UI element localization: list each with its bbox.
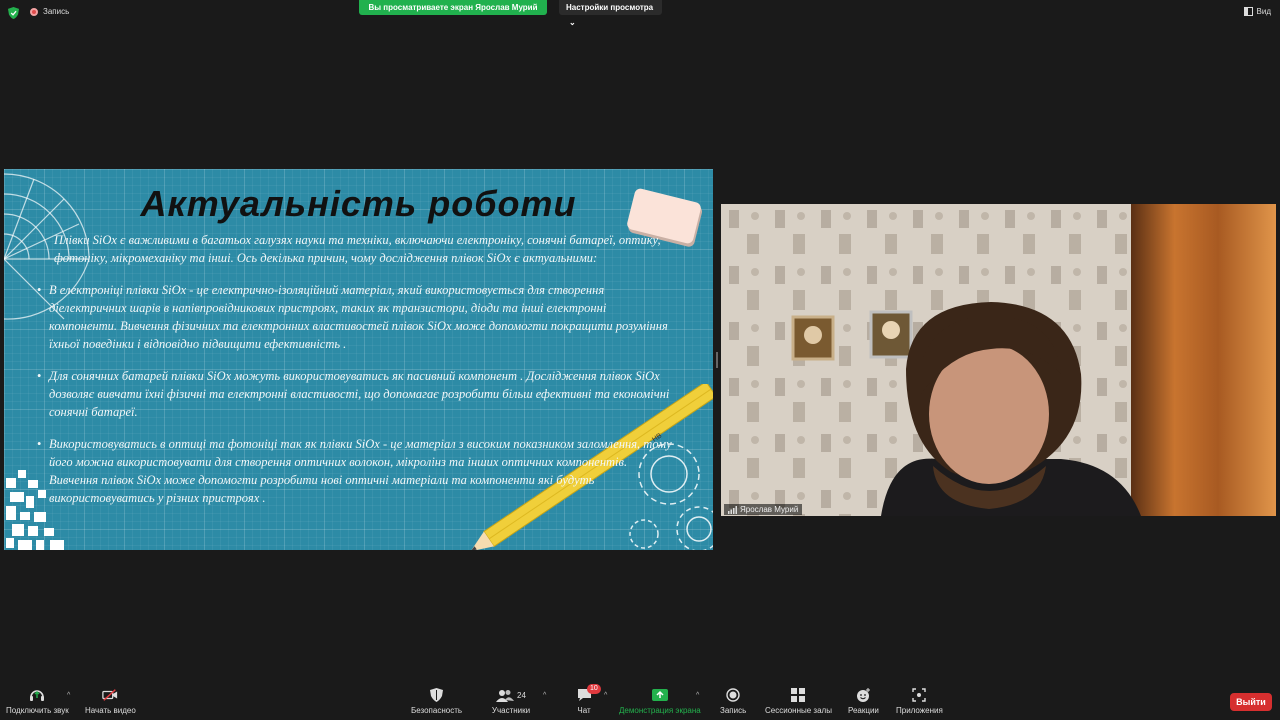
signal-icon <box>728 505 737 514</box>
reactions-button[interactable]: Реакции <box>848 687 879 715</box>
record-button[interactable]: Запись <box>720 687 746 715</box>
meeting-toolbar: Подключить звук ^ Начать видео Безопасно… <box>0 684 1280 720</box>
view-options-button[interactable]: Настройки просмотра ⌄ <box>559 0 662 27</box>
join-audio-button[interactable]: Подключить звук <box>6 687 69 715</box>
headphones-icon <box>29 687 45 703</box>
chat-options-caret[interactable]: ^ <box>604 692 607 699</box>
recording-label: Запись <box>43 7 70 16</box>
participants-button[interactable]: 24 Участники <box>491 687 531 715</box>
slide-bullet-electronics: В електроніці плівки SiOx - це електричн… <box>37 281 674 353</box>
apps-icon <box>911 687 927 703</box>
participants-label: Участники <box>491 706 531 715</box>
share-banner: Вы просматриваете экран Ярослав Мурий <box>359 0 547 15</box>
security-label: Безопасность <box>411 706 463 715</box>
breakout-rooms-label: Сессионные залы <box>765 706 832 715</box>
breakout-rooms-button[interactable]: Сессионные залы <box>765 687 832 715</box>
participants-icon <box>496 689 515 702</box>
share-options-caret[interactable]: ^ <box>696 692 699 699</box>
chat-button[interactable]: 10 Чат <box>576 684 601 715</box>
chat-unread-badge: 10 <box>587 684 601 694</box>
top-bar: Запись Вы просматриваете экран Ярослав М… <box>0 0 1280 27</box>
leave-button[interactable]: Выйти <box>1230 693 1272 711</box>
video-off-icon <box>102 687 118 703</box>
reactions-label: Реакции <box>848 706 879 715</box>
chevron-down-icon: ⌄ <box>569 18 576 27</box>
share-screen-label: Демонстрация экрана <box>619 706 701 715</box>
participant-name-tag: Ярослав Мурий <box>724 504 803 515</box>
security-button[interactable]: Безопасность <box>411 687 462 715</box>
record-label: Запись <box>720 706 747 715</box>
view-options-label: Настройки просмотра <box>566 3 654 12</box>
shared-screen: HB Актуальність роботи Плівки SiOx є важ… <box>4 169 713 550</box>
participant-name: Ярослав Мурий <box>740 505 799 514</box>
breakout-rooms-icon <box>790 687 806 703</box>
view-button[interactable]: Вид <box>1243 7 1271 16</box>
join-audio-label: Подключить звук <box>6 706 69 715</box>
smiley-icon <box>855 687 871 703</box>
slide-bullet-solar: Для сонячних батарей плівки SiOx можуть … <box>37 367 674 421</box>
share-screen-button[interactable]: Демонстрация экрана <box>619 687 701 715</box>
slide-intro: Плівки SiOx є важливими в багатьох галуз… <box>54 233 661 265</box>
share-screen-icon <box>651 687 668 703</box>
apps-label: Приложения <box>896 706 943 715</box>
start-video-button[interactable]: Начать видео <box>85 687 136 715</box>
participants-count: 24 <box>517 690 526 700</box>
slide-body: Плівки SiOx є важливими в багатьох галуз… <box>37 231 674 521</box>
panel-splitter[interactable] <box>716 352 718 368</box>
record-icon <box>725 687 741 703</box>
recording-indicator[interactable]: Запись <box>30 7 69 16</box>
start-video-label: Начать видео <box>85 706 136 715</box>
participant-video[interactable] <box>721 204 1276 516</box>
apps-button[interactable]: Приложения <box>896 687 943 715</box>
audio-options-caret[interactable]: ^ <box>67 692 70 699</box>
shield-icon[interactable] <box>8 7 19 19</box>
view-label: Вид <box>1256 7 1271 16</box>
participants-icon-group: 24 <box>491 687 531 703</box>
slide-bullet-optics: Використовуватись в оптиці та фотоніці т… <box>37 435 674 507</box>
view-layout-icon <box>1243 7 1253 16</box>
participant-video-image <box>721 204 1276 516</box>
participants-options-caret[interactable]: ^ <box>543 692 546 699</box>
record-dot-icon <box>30 7 38 16</box>
slide-title: Актуальність роботи <box>140 183 577 224</box>
chat-label: Чат <box>577 706 591 715</box>
chat-icon-wrap: 10 <box>576 684 601 703</box>
security-shield-icon <box>429 687 445 703</box>
